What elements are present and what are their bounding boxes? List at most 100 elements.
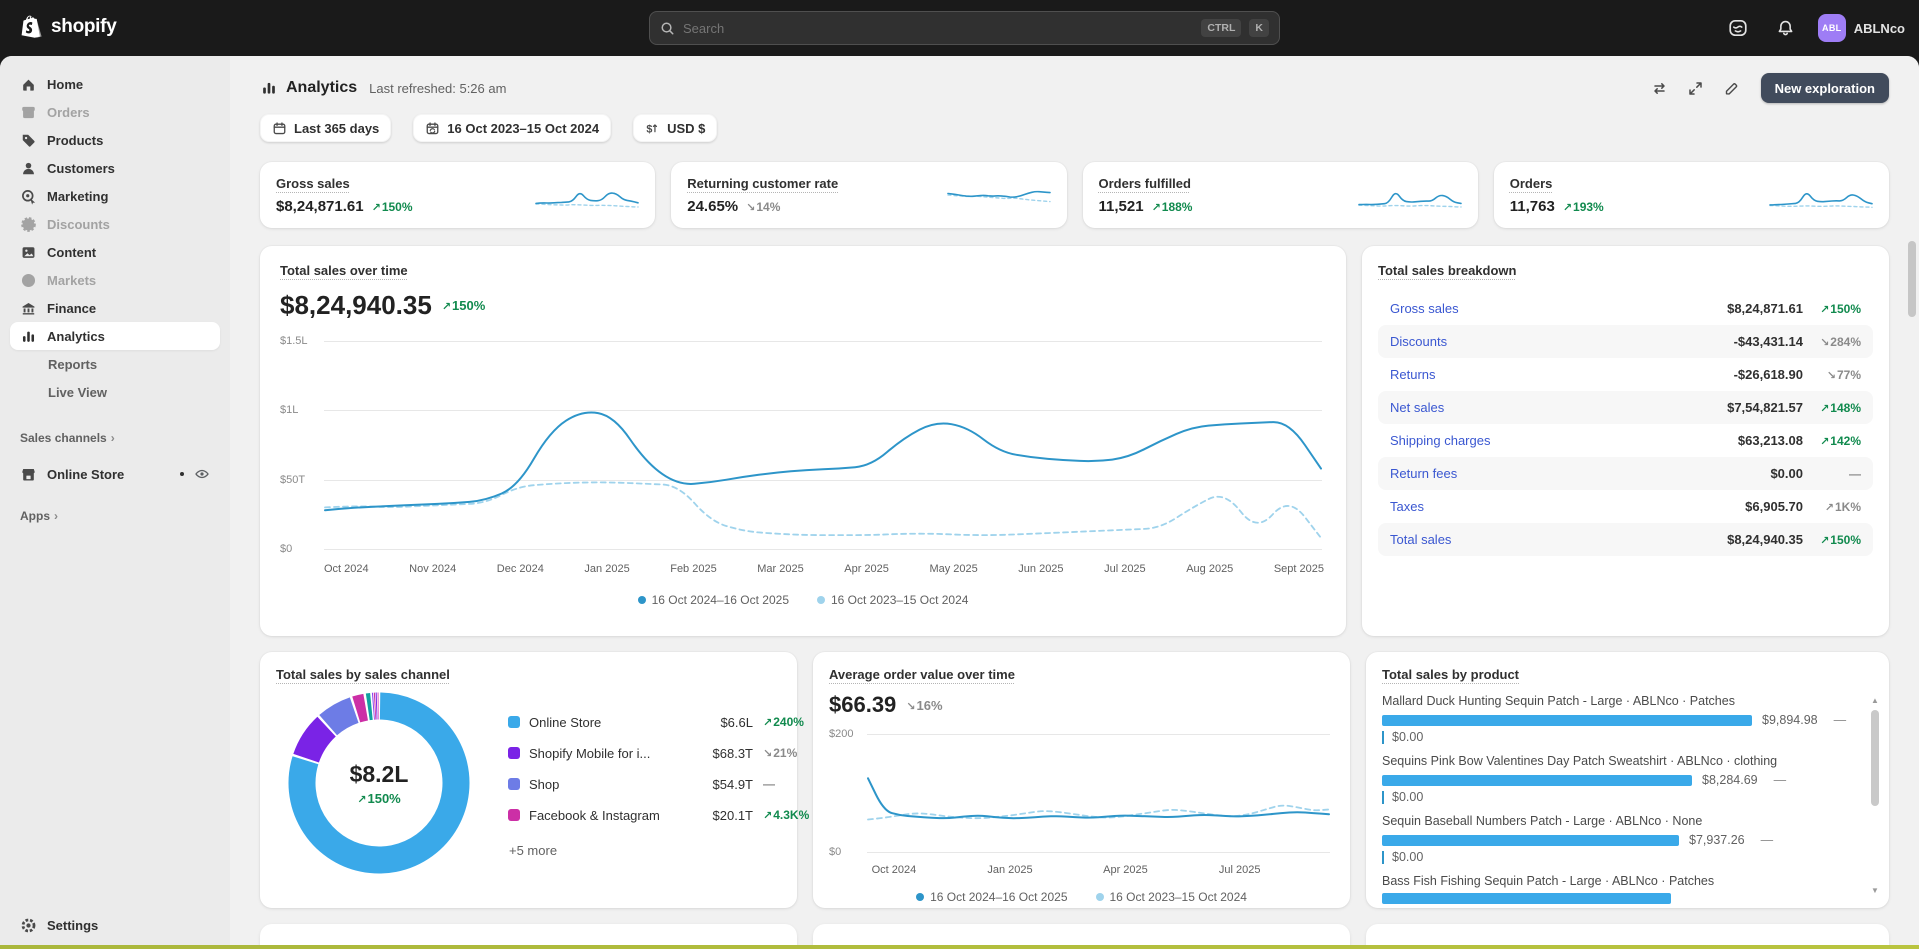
sparkline-chart [1769, 176, 1873, 214]
breakdown-link[interactable]: Net sales [1390, 400, 1444, 415]
metric-title[interactable]: Gross sales [276, 176, 413, 191]
x-axis-labels: Oct 2024 Jan 2025 Apr 2025 Jul 2025 [871, 864, 1261, 876]
x-axis-label: Nov 2024 [409, 563, 457, 575]
sidebar-item-customers[interactable]: Customers [10, 154, 220, 182]
total-sales-change: ↗150% [441, 298, 486, 313]
metric-title[interactable]: Returning customer rate [687, 176, 838, 191]
metric-card-gross-sales: Gross sales $8,24,871.61 ↗150% [260, 162, 656, 228]
breakdown-link[interactable]: Total sales [1390, 532, 1451, 547]
metric-value: 11,763 [1509, 197, 1555, 215]
card-title[interactable]: Total sales by sales channel [276, 667, 450, 682]
swap-button[interactable] [1645, 73, 1675, 103]
x-axis-label: Jan 2025 [584, 563, 630, 575]
currency-pill[interactable]: $ USD $ [633, 114, 718, 142]
card-title[interactable]: Total sales over time [280, 263, 408, 278]
breakdown-row: Gross sales $8,24,871.61 ↗150% [1390, 301, 1861, 316]
breakdown-link[interactable]: Returns [1390, 367, 1436, 382]
aov-value: $66.39 [829, 692, 897, 717]
globe-icon [20, 272, 37, 289]
channel-legend: Online Store $6.6L ↗240% Shopify Mobile fo… [508, 707, 819, 860]
y-axis-label: $1L [280, 404, 299, 416]
app-frame: Home Orders Products Customers Marketing… [0, 56, 1919, 949]
expand-icon [1687, 80, 1704, 97]
breakdown-link[interactable]: Shipping charges [1390, 433, 1490, 448]
total-sales-over-time-card: Total sales over time $8,24,940.35 ↗150%… [260, 246, 1346, 636]
sidebar-item-analytics[interactable]: Analytics [10, 322, 220, 350]
breakdown-link[interactable]: Gross sales [1390, 301, 1459, 316]
y-axis-label: $0 [829, 846, 842, 858]
chevron-right-icon: › [54, 509, 58, 523]
notifications-button[interactable] [1770, 12, 1802, 44]
x-axis-label: Aug 2025 [1186, 563, 1234, 575]
metric-change: ↘14% [746, 199, 781, 214]
shopify-logo[interactable]: shopify [20, 14, 117, 40]
analytics-icon [20, 328, 37, 345]
account-menu[interactable]: ABL ABLNco [1817, 14, 1905, 42]
chart-legend: 16 Oct 2024–16 Oct 2025 16 Oct 2023–15 O… [280, 593, 1326, 607]
home-icon [20, 76, 37, 93]
sidebar-item-markets[interactable]: Markets [10, 266, 220, 294]
currency-icon: $ [645, 121, 660, 136]
sidebar-item-online-store[interactable]: Online Store [10, 460, 220, 488]
breakdown-row: Taxes $6,905.70 ↗1K% [1390, 499, 1861, 514]
date-range-pill[interactable]: Last 365 days [260, 114, 392, 142]
edit-button[interactable] [1717, 73, 1747, 103]
online-store-status-dot [180, 472, 184, 476]
sidebar-item-home[interactable]: Home [10, 70, 220, 98]
sidebar-item-discounts[interactable]: Discounts [10, 210, 220, 238]
card-title[interactable]: Total sales breakdown [1378, 263, 1516, 278]
breakdown-link[interactable]: Taxes [1390, 499, 1424, 514]
edit-icon [1723, 80, 1740, 97]
apps-header[interactable]: Apps › [10, 502, 220, 530]
page-title: Analytics [286, 79, 358, 96]
x-axis-label: May 2025 [929, 563, 978, 575]
legend-dot-current [916, 893, 925, 901]
product-list-scrollbar[interactable]: ▲ ▼ [1869, 696, 1881, 896]
x-axis-labels: Oct 2024 Nov 2024 Dec 2024 Jan 2025 Feb 2025… [324, 563, 1324, 575]
card-title[interactable]: Average order value over time [829, 667, 1015, 682]
compare-range-pill[interactable]: 16 Oct 2023–15 Oct 2024 [413, 114, 612, 142]
legend-swatch [508, 778, 520, 790]
scrollbar-thumb[interactable] [1871, 710, 1879, 806]
sidebar-item-reports[interactable]: Reports [10, 350, 220, 378]
metric-card-orders: Orders 11,763 ↗193% [1493, 162, 1889, 228]
page-scrollbar-thumb[interactable] [1908, 241, 1916, 317]
bottom-accent-strip [0, 945, 1919, 949]
svg-text:$: $ [646, 123, 652, 135]
legend-swatch [508, 747, 520, 759]
search-input[interactable] [683, 20, 1194, 36]
legend-dot-current [637, 596, 646, 604]
sidebar-item-orders[interactable]: Orders [10, 98, 220, 126]
sidekick-button[interactable] [1722, 12, 1754, 44]
sidebar-item-content[interactable]: Content [10, 238, 220, 266]
metric-title[interactable]: Orders [1510, 176, 1604, 191]
eye-icon[interactable] [194, 466, 210, 482]
scroll-down-icon[interactable]: ▼ [1871, 886, 1879, 896]
breakdown-link[interactable]: Return fees [1390, 466, 1457, 481]
breakdown-row: Total sales $8,24,940.35 ↗150% [1378, 523, 1873, 556]
breakdown-row: Net sales $7,54,821.57 ↗148% [1378, 391, 1873, 424]
sidebar-item-marketing[interactable]: Marketing [10, 182, 220, 210]
sales-channels-header[interactable]: Sales channels › [10, 424, 220, 452]
average-order-value-card: Average order value over time $66.39 ↘16… [813, 652, 1350, 908]
card-title[interactable]: Total sales by product [1382, 667, 1519, 682]
breakdown-link[interactable]: Discounts [1390, 334, 1447, 349]
metric-value: 24.65% [687, 197, 739, 215]
expand-button[interactable] [1681, 73, 1711, 103]
x-axis-label: Mar 2025 [757, 563, 804, 575]
metric-change: ↗193% [1562, 199, 1604, 214]
scroll-up-icon[interactable]: ▲ [1871, 696, 1879, 706]
sidebar-item-finance[interactable]: Finance [10, 294, 220, 322]
sidebar-item-settings[interactable]: Settings [10, 911, 220, 939]
product-bar [1382, 774, 1692, 786]
bell-icon [1776, 19, 1795, 38]
more-channels-link[interactable]: +5 more [509, 843, 557, 858]
analytics-title-icon [260, 79, 278, 97]
global-search[interactable]: CTRL K [649, 11, 1280, 45]
metric-title[interactable]: Orders fulfilled [1099, 176, 1193, 191]
sidebar-item-live-view[interactable]: Live View [10, 378, 220, 406]
legend-swatch [508, 716, 520, 728]
new-exploration-button[interactable]: New exploration [1760, 73, 1889, 103]
product-prev-value: $0.00 [1382, 791, 1873, 804]
sidebar-item-products[interactable]: Products [10, 126, 220, 154]
